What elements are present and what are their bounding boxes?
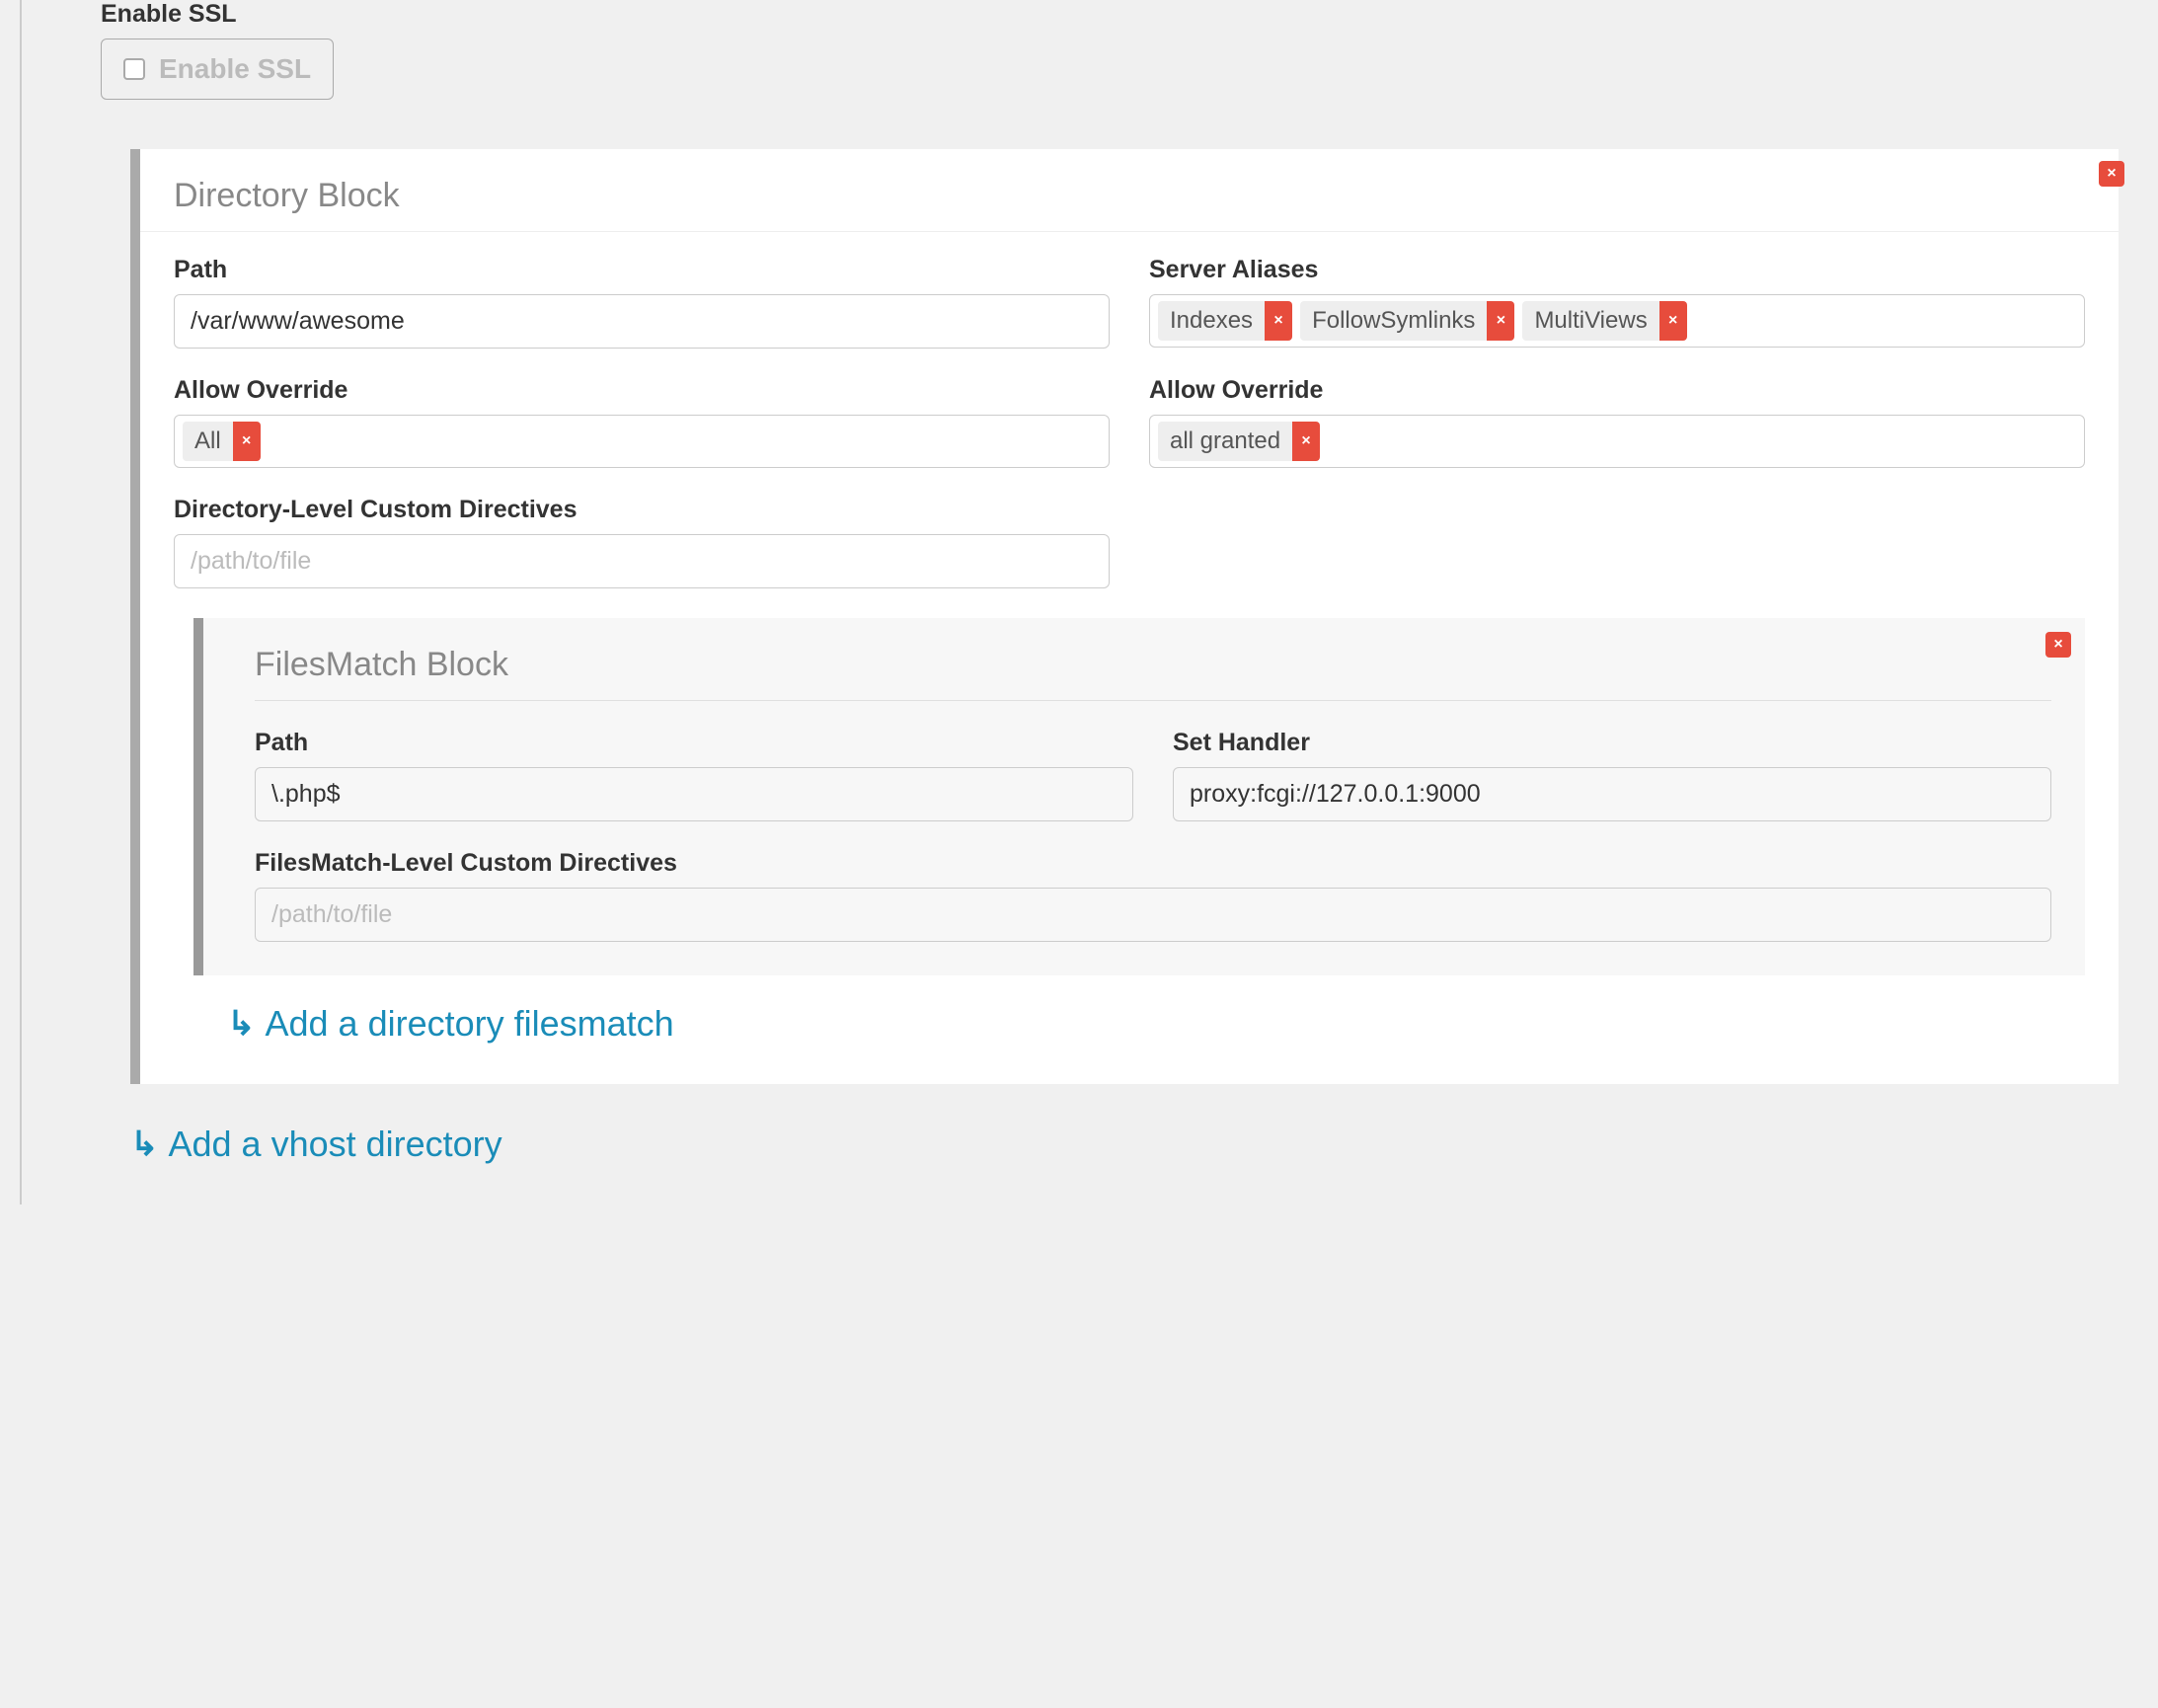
remove-tag-all[interactable]: × (233, 422, 261, 461)
set-handler-input[interactable] (1173, 767, 2051, 821)
tag-all: All × (183, 422, 261, 461)
remove-tag-indexes[interactable]: × (1265, 301, 1292, 341)
filesmatch-custom-directives-input[interactable] (255, 888, 2051, 942)
path-label: Path (174, 256, 1110, 284)
allow-override-right-input[interactable]: all granted × (1149, 415, 2085, 468)
directory-block-title: Directory Block (174, 177, 2085, 215)
allow-override-left-input[interactable]: All × (174, 415, 1110, 468)
allow-override-right-label: Allow Override (1149, 376, 2085, 405)
directory-custom-directives-label: Directory-Level Custom Directives (174, 496, 1110, 524)
directory-path-input[interactable] (174, 294, 1110, 349)
enable-ssl-checkbox[interactable] (123, 58, 145, 80)
enable-ssl-checkbox-container[interactable]: Enable SSL (101, 39, 334, 100)
enable-ssl-checkbox-label: Enable SSL (159, 53, 311, 85)
server-aliases-label: Server Aliases (1149, 256, 2085, 284)
filesmatch-block-panel: × FilesMatch Block Path Set Handler File… (193, 618, 2085, 975)
directory-block-panel: × Directory Block Path Server Aliases In… (130, 149, 2119, 1084)
filesmatch-path-label: Path (255, 729, 1133, 757)
directory-custom-directives-input[interactable] (174, 534, 1110, 588)
arrow-right-icon: ↳ (227, 1007, 256, 1041)
filesmatch-path-input[interactable] (255, 767, 1133, 821)
enable-ssl-section-label: Enable SSL (101, 0, 2119, 29)
arrow-right-icon: ↳ (130, 1127, 159, 1161)
filesmatch-block-title: FilesMatch Block (255, 618, 2051, 701)
remove-tag-all-granted[interactable]: × (1292, 422, 1320, 461)
tag-all-granted: all granted × (1158, 422, 1320, 461)
remove-tag-followsymlinks[interactable]: × (1487, 301, 1514, 341)
set-handler-label: Set Handler (1173, 729, 2051, 757)
tag-indexes: Indexes × (1158, 301, 1292, 341)
server-aliases-input[interactable]: Indexes × FollowSymlinks × MultiViews × (1149, 294, 2085, 348)
remove-tag-multiviews[interactable]: × (1659, 301, 1687, 341)
allow-override-left-label: Allow Override (174, 376, 1110, 405)
close-directory-block-button[interactable]: × (2099, 161, 2124, 187)
close-filesmatch-block-button[interactable]: × (2045, 632, 2071, 658)
add-directory-filesmatch-link[interactable]: ↳ Add a directory filesmatch (193, 1003, 674, 1045)
tag-multiviews: MultiViews × (1522, 301, 1686, 341)
filesmatch-custom-directives-label: FilesMatch-Level Custom Directives (255, 849, 2051, 878)
tag-followsymlinks: FollowSymlinks × (1300, 301, 1514, 341)
add-vhost-directory-link[interactable]: ↳ Add a vhost directory (130, 1124, 502, 1165)
